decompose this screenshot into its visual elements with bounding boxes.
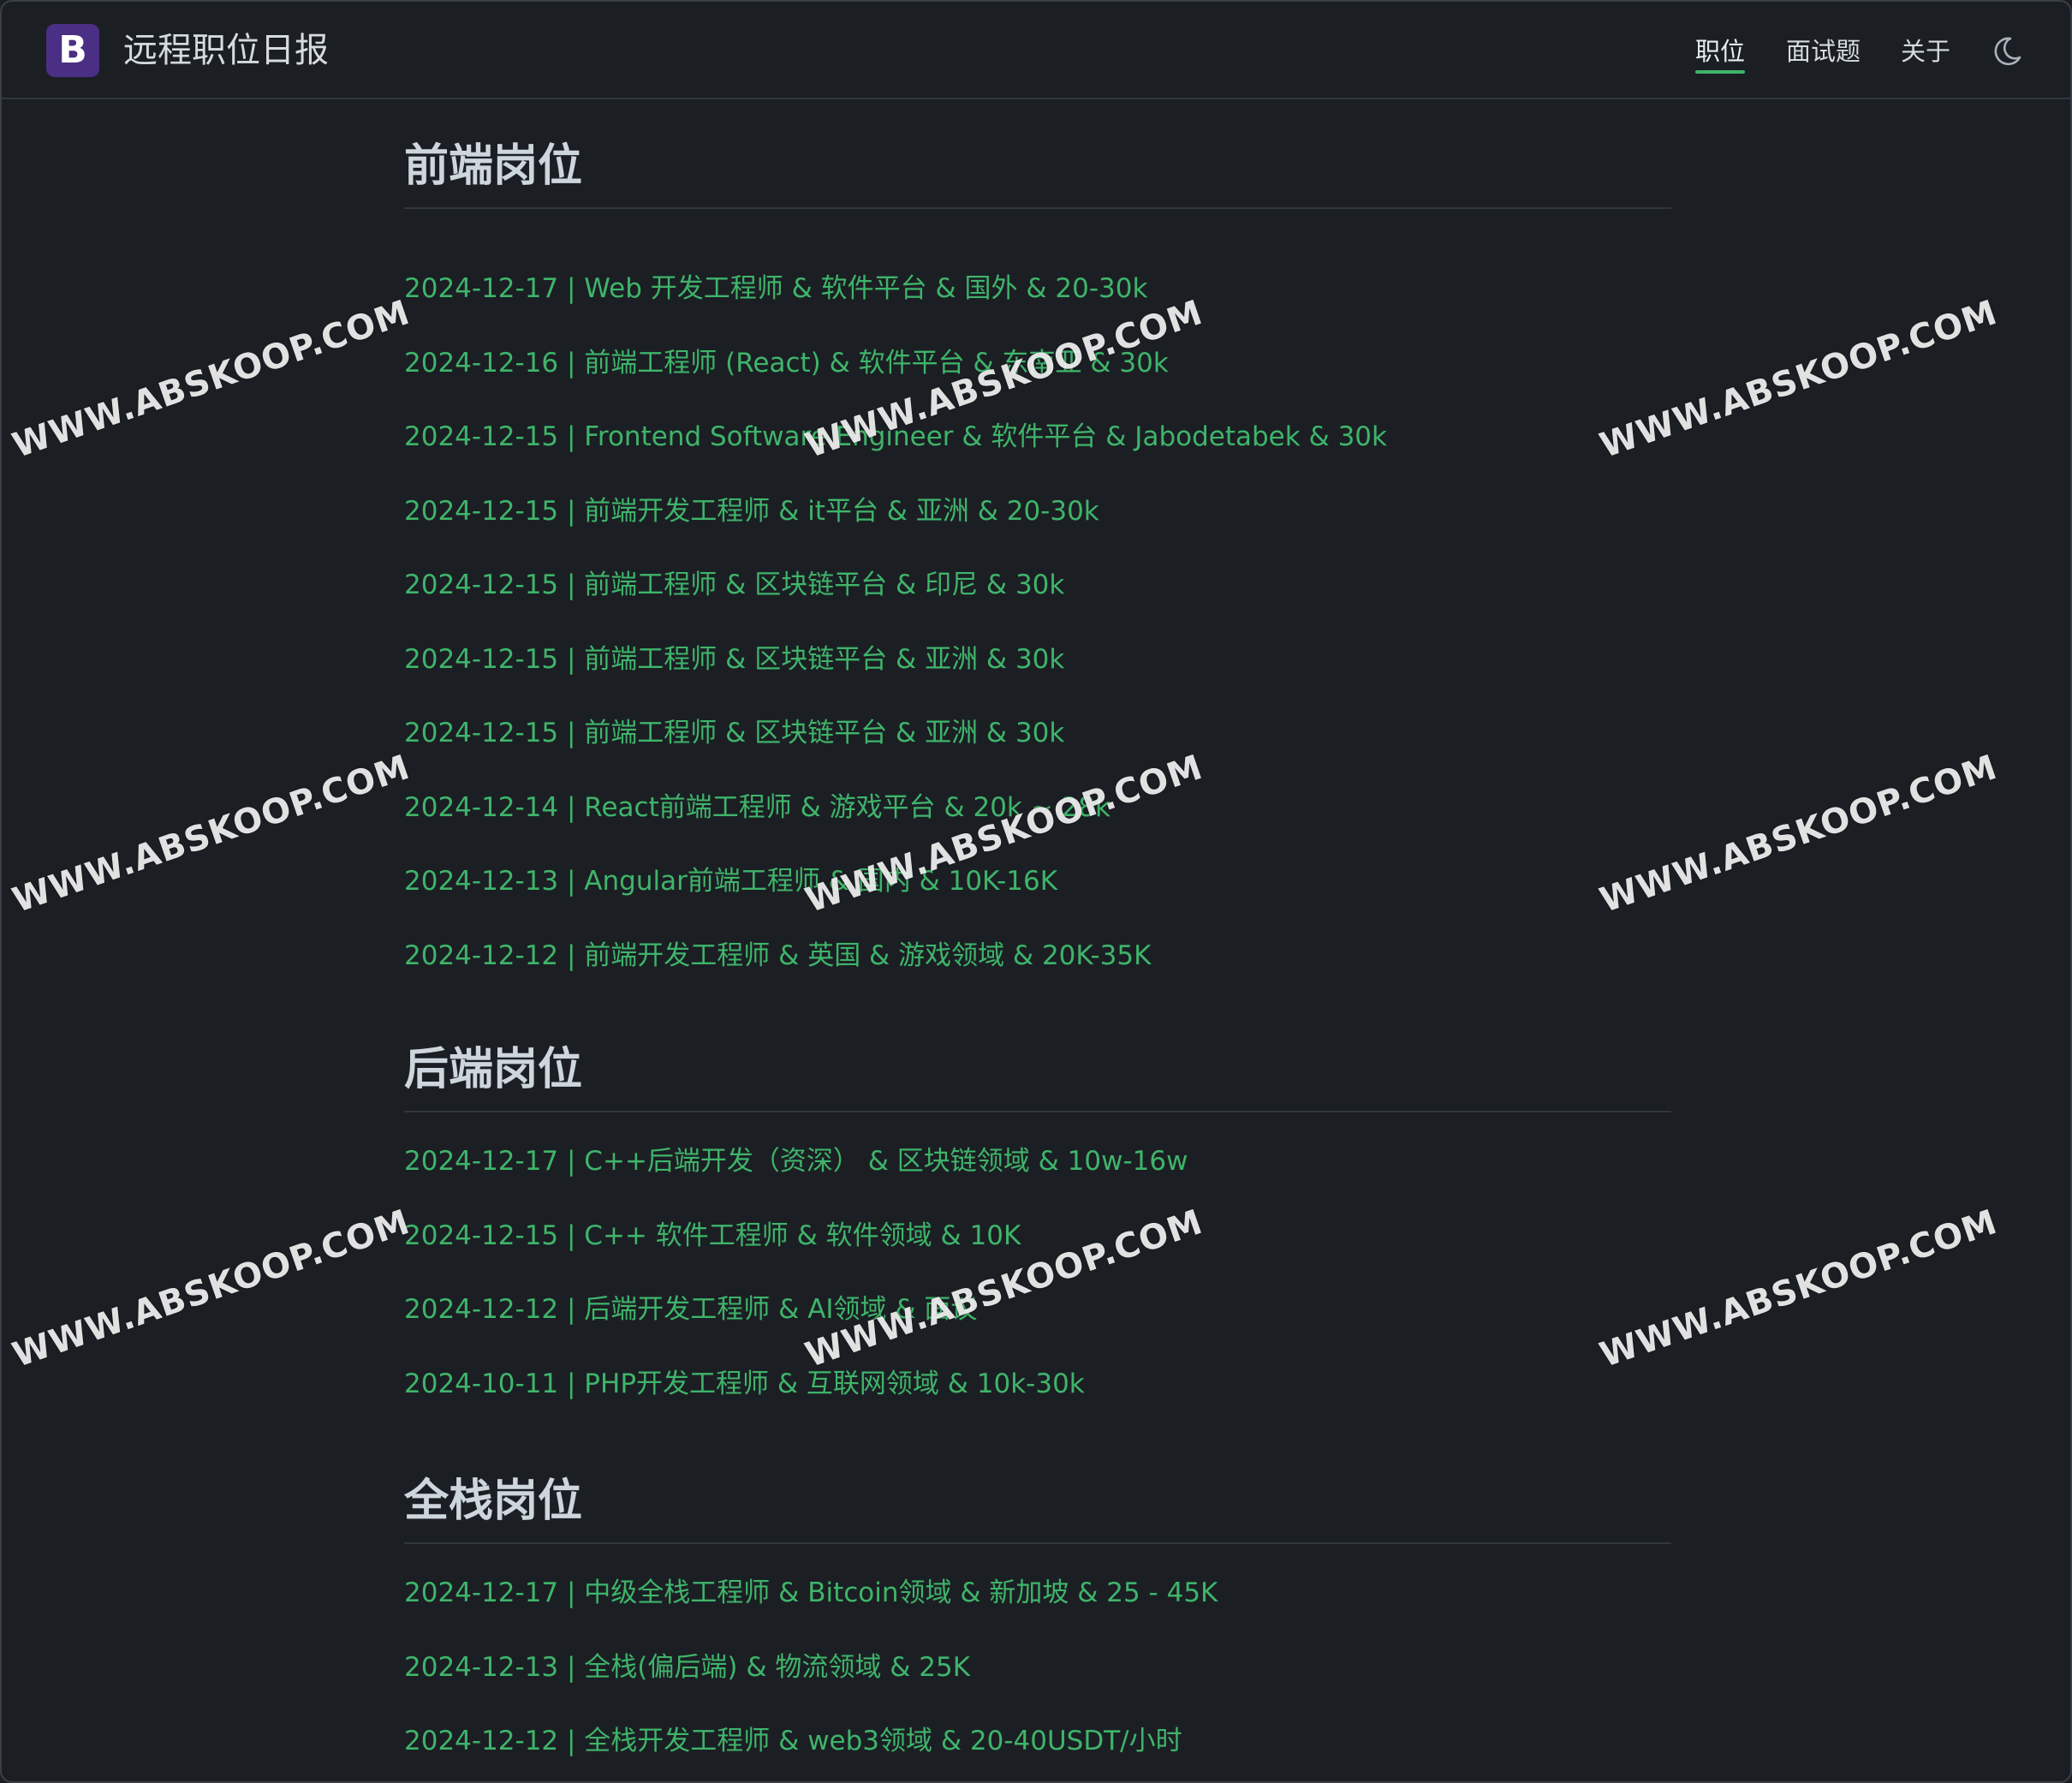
list-item: 2024-12-15 | 前端开发工程师 & it平台 & 亚洲 & 20-30… [404, 474, 1671, 549]
watermark: WWW.ABSKOOP.COM [8, 747, 415, 921]
list-item: 2024-12-15 | C++ 软件工程师 & 软件领域 & 10K [404, 1199, 1671, 1273]
job-list: 2024-12-17 | C++后端开发（资深） & 区块链领域 & 10w-1… [404, 1124, 1671, 1421]
list-item: 2024-12-15 | Frontend Software Engineer … [404, 400, 1671, 474]
job-link[interactable]: 2024-12-17 | C++后端开发（资深） & 区块链领域 & 10w-1… [404, 1146, 1188, 1177]
watermark: WWW.ABSKOOP.COM [8, 292, 415, 466]
site-title[interactable]: 远程职位日报 [123, 26, 329, 75]
job-link[interactable]: 2024-12-15 | 前端工程师 & 区块链平台 & 亚洲 & 30k [404, 718, 1064, 748]
job-link[interactable]: 2024-12-12 | 后端开发工程师 & AI领域 & 面议 [404, 1294, 977, 1325]
section-fullstack: 全栈岗位 2024-12-17 | 中级全栈工程师 & Bitcoin领域 & … [404, 1470, 1671, 1779]
nav-item-interview-questions[interactable]: 面试题 [1786, 31, 1861, 74]
nav-item-about[interactable]: 关于 [1901, 31, 1950, 74]
job-list: 2024-12-17 | 中级全栈工程师 & Bitcoin领域 & 新加坡 &… [404, 1556, 1671, 1779]
job-link[interactable]: 2024-12-15 | Frontend Software Engineer … [404, 421, 1387, 452]
nav-active-indicator [1695, 70, 1745, 74]
job-link[interactable]: 2024-12-12 | 前端开发工程师 & 英国 & 游戏领域 & 20K-3… [404, 940, 1151, 971]
app-window: B 远程职位日报 职位 面试题 关于 前端岗位 2024-12-17 | Web… [0, 0, 2072, 1783]
list-item: 2024-12-17 | 中级全栈工程师 & Bitcoin领域 & 新加坡 &… [404, 1556, 1671, 1631]
section-frontend: 前端岗位 2024-12-17 | Web 开发工程师 & 软件平台 & 国外 … [404, 135, 1671, 993]
section-title: 全栈岗位 [404, 1476, 583, 1527]
job-link[interactable]: 2024-12-15 | 前端工程师 & 区块链平台 & 亚洲 & 30k [404, 644, 1064, 675]
section-divider [404, 1111, 1671, 1112]
job-link[interactable]: 2024-12-12 | 全栈开发工程师 & web3领域 & 20-40USD… [404, 1726, 1182, 1756]
job-link[interactable]: 2024-12-13 | 全栈(偏后端) & 物流领域 & 25K [404, 1652, 970, 1683]
job-link[interactable]: 2024-10-11 | PHP开发工程师 & 互联网领域 & 10k-30k [404, 1369, 1085, 1399]
list-item: 2024-12-12 | 后端开发工程师 & AI领域 & 面议 [404, 1273, 1671, 1347]
list-item: 2024-12-15 | 前端工程师 & 区块链平台 & 亚洲 & 30k [404, 623, 1671, 697]
watermark: WWW.ABSKOOP.COM [8, 1202, 415, 1375]
list-item: 2024-12-12 | 全栈开发工程师 & web3领域 & 20-40USD… [404, 1704, 1671, 1779]
job-link[interactable]: 2024-12-16 | 前端工程师 (React) & 软件平台 & 东南亚 … [404, 348, 1169, 379]
nav-item-jobs[interactable]: 职位 [1695, 31, 1745, 74]
moon-icon[interactable] [1990, 34, 2024, 69]
site-logo[interactable]: B [46, 24, 99, 77]
list-item: 2024-12-15 | 前端工程师 & 区块链平台 & 亚洲 & 30k [404, 696, 1671, 771]
list-item: 2024-12-17 | Web 开发工程师 & 软件平台 & 国外 & 20-… [404, 252, 1671, 326]
job-list: 2024-12-17 | Web 开发工程师 & 软件平台 & 国外 & 20-… [404, 252, 1671, 993]
list-item: 2024-12-16 | 前端工程师 (React) & 软件平台 & 东南亚 … [404, 326, 1671, 401]
list-item: 2024-12-17 | C++后端开发（资深） & 区块链领域 & 10w-1… [404, 1124, 1671, 1199]
list-item: 2024-12-14 | React前端工程师 & 游戏平台 & 20k ~ 2… [404, 771, 1671, 845]
list-item: 2024-12-12 | 前端开发工程师 & 英国 & 游戏领域 & 20K-3… [404, 919, 1671, 993]
job-link[interactable]: 2024-12-15 | 前端工程师 & 区块链平台 & 印尼 & 30k [404, 569, 1064, 600]
section-divider [404, 207, 1671, 209]
job-link[interactable]: 2024-12-15 | 前端开发工程师 & it平台 & 亚洲 & 20-30… [404, 496, 1099, 527]
list-item: 2024-10-11 | PHP开发工程师 & 互联网领域 & 10k-30k [404, 1347, 1671, 1422]
section-divider [404, 1542, 1671, 1544]
job-link[interactable]: 2024-12-13 | Angular前端工程师 & 国内 & 10K-16K [404, 866, 1057, 897]
section-title: 后端岗位 [404, 1044, 583, 1095]
list-item: 2024-12-15 | 前端工程师 & 区块链平台 & 印尼 & 30k [404, 548, 1671, 623]
job-link[interactable]: 2024-12-17 | Web 开发工程师 & 软件平台 & 国外 & 20-… [404, 273, 1147, 304]
top-navbar: B 远程职位日报 职位 面试题 关于 [2, 2, 2070, 99]
list-item: 2024-12-13 | 全栈(偏后端) & 物流领域 & 25K [404, 1631, 1671, 1705]
job-link[interactable]: 2024-12-17 | 中级全栈工程师 & Bitcoin领域 & 新加坡 &… [404, 1577, 1218, 1608]
section-title: 前端岗位 [404, 140, 583, 192]
job-link[interactable]: 2024-12-14 | React前端工程师 & 游戏平台 & 20k ~ 2… [404, 792, 1110, 823]
list-item: 2024-12-13 | Angular前端工程师 & 国内 & 10K-16K [404, 844, 1671, 919]
job-link[interactable]: 2024-12-15 | C++ 软件工程师 & 软件领域 & 10K [404, 1220, 1021, 1251]
section-backend: 后端岗位 2024-12-17 | C++后端开发（资深） & 区块链领域 & … [404, 1039, 1671, 1421]
